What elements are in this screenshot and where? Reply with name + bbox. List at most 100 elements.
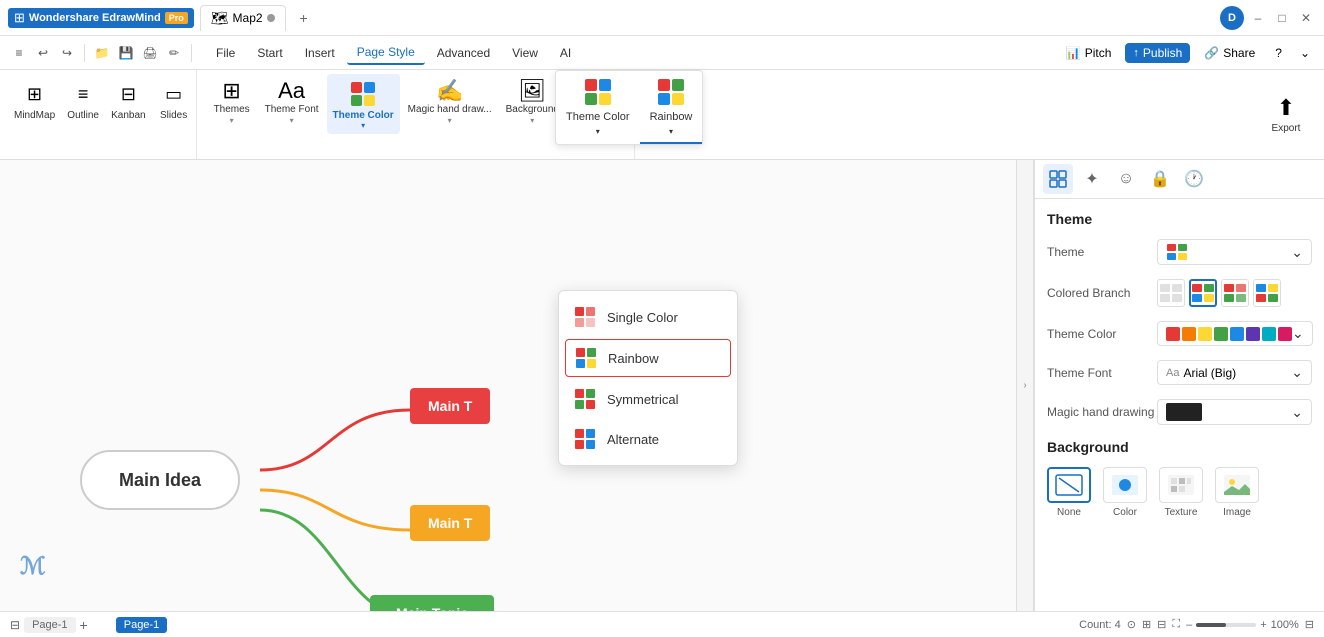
menu-ai[interactable]: AI xyxy=(550,42,581,64)
tab-security[interactable]: 🔒 xyxy=(1145,164,1175,194)
document-tab[interactable]: 🗺 Map2 xyxy=(200,5,286,31)
menu-advanced[interactable]: Advanced xyxy=(427,42,500,64)
full-icon[interactable]: ⛶ xyxy=(1172,618,1180,631)
zoom-in-button[interactable]: + xyxy=(1260,619,1266,631)
pitch-label: Pitch xyxy=(1085,46,1112,60)
branch-opt-1[interactable] xyxy=(1157,279,1185,307)
page-tab-1[interactable]: Page-1 xyxy=(24,617,75,633)
grid-icon[interactable]: ⊞ xyxy=(1142,618,1151,631)
bg-none-option[interactable]: None xyxy=(1047,467,1091,518)
export-button[interactable]: ⬆ Export xyxy=(1264,91,1308,138)
theme-font-dropdown-ctrl[interactable]: Aa Arial (Big) ⌄ xyxy=(1157,360,1312,385)
format-button[interactable]: ✏ xyxy=(163,42,185,64)
slides-button[interactable]: ▭ Slides xyxy=(152,76,196,126)
theme-font-dropdown[interactable]: Aa Theme Font ▾ xyxy=(259,74,325,129)
background-icon: 🖼 xyxy=(518,78,546,104)
menu-page-style[interactable]: Page Style xyxy=(347,41,425,65)
topic-node-3[interactable]: Main Topic xyxy=(370,595,494,611)
menu-view[interactable]: View xyxy=(502,42,548,64)
undo-button[interactable]: ↩ xyxy=(32,42,54,64)
connections-svg xyxy=(0,160,1016,611)
redo-button[interactable]: ↪ xyxy=(56,42,78,64)
print-button[interactable]: 🖨 xyxy=(139,42,161,64)
new-tab-button[interactable]: + xyxy=(292,6,316,30)
main-idea-label: Main Idea xyxy=(119,470,201,491)
avatar[interactable]: D xyxy=(1220,6,1244,30)
magic-drawing-label: Magic hand drawing xyxy=(1047,405,1157,419)
alternate-option[interactable]: Alternate xyxy=(559,419,737,459)
save-button[interactable]: 💾 xyxy=(115,42,137,64)
maximize-button[interactable]: □ xyxy=(1272,8,1292,28)
bg-image-label: Image xyxy=(1223,507,1251,518)
bg-texture-option[interactable]: Texture xyxy=(1159,467,1203,518)
swatch-red xyxy=(1166,327,1180,341)
menu-toggle[interactable]: ≡ xyxy=(8,42,30,64)
close-button[interactable]: ✕ xyxy=(1296,8,1316,28)
expand-view-icon[interactable]: ⊟ xyxy=(1305,618,1314,631)
kanban-button[interactable]: ⊟ Kanban xyxy=(105,76,151,126)
quick-tools: ≡ ↩ ↪ 📁 💾 🖨 ✏ xyxy=(8,42,196,64)
menu-insert[interactable]: Insert xyxy=(295,42,345,64)
swatch-orange xyxy=(1182,327,1196,341)
open-button[interactable]: 📁 xyxy=(91,42,113,64)
theme-row-label: Theme xyxy=(1047,245,1157,259)
bg-color-option[interactable]: Color xyxy=(1103,467,1147,518)
tc-theme-color-item[interactable]: Theme Color ▾ xyxy=(556,71,640,144)
tab-clock[interactable]: 🕐 xyxy=(1179,164,1209,194)
share-icon: 🔗 xyxy=(1204,46,1219,60)
theme-dropdown-arrow: ⌄ xyxy=(1291,244,1303,261)
minimize-button[interactable]: – xyxy=(1248,8,1268,28)
publish-button[interactable]: ↑ Publish xyxy=(1125,43,1190,63)
zoom-slider[interactable] xyxy=(1196,623,1256,627)
tab-emoji[interactable]: ☺ xyxy=(1111,164,1141,194)
zoom-out-button[interactable]: – xyxy=(1186,619,1192,631)
ribbon-view-group: ⊞ MindMap ≡ Outline ⊟ Kanban ▭ Slides xyxy=(8,70,197,159)
tab-ai[interactable]: ✦ xyxy=(1077,164,1107,194)
magic-hand-dropdown[interactable]: ✍ Magic hand draw... ▾ xyxy=(402,74,498,129)
mindmap-button[interactable]: ⊞ MindMap xyxy=(8,76,61,126)
theme-dropdown[interactable]: ⌄ xyxy=(1157,239,1312,265)
branch-opt-2[interactable] xyxy=(1189,279,1217,307)
theme-color-dropdown-btn[interactable]: Theme Color ▾ xyxy=(327,74,400,134)
bg-none-label: None xyxy=(1057,507,1081,518)
mindmap-label: MindMap xyxy=(14,110,55,122)
bg-image-option[interactable]: Image xyxy=(1215,467,1259,518)
main-idea-node[interactable]: Main Idea xyxy=(80,450,240,510)
symmetrical-option[interactable]: Symmetrical xyxy=(559,379,737,419)
topic-node-1[interactable]: Main T xyxy=(410,388,490,424)
theme-font-icon: Aa xyxy=(278,78,305,104)
branch-opt-4[interactable] xyxy=(1253,279,1281,307)
share-button[interactable]: 🔗 Share xyxy=(1196,43,1263,63)
swatch-green xyxy=(1214,327,1228,341)
collapse-arrow: › xyxy=(1023,380,1026,391)
branch-opt-3[interactable] xyxy=(1221,279,1249,307)
swatch-cyan xyxy=(1262,327,1276,341)
menu-file[interactable]: File xyxy=(206,42,245,64)
layout-icon[interactable]: ⊟ xyxy=(1157,618,1166,631)
swatch-pink xyxy=(1278,327,1292,341)
tc-rainbow-item[interactable]: Rainbow ▾ xyxy=(640,71,703,144)
canvas[interactable]: Main Idea Main T Main T Main Topic ℳ xyxy=(0,160,1016,611)
single-color-option[interactable]: Single Color xyxy=(559,297,737,337)
add-page-button[interactable]: + xyxy=(80,617,88,633)
outline-button[interactable]: ≡ Outline xyxy=(61,76,105,126)
magic-drawing-dropdown[interactable]: ⌄ xyxy=(1157,399,1312,425)
topic-node-2[interactable]: Main T xyxy=(410,505,490,541)
fit-icon[interactable]: ⊙ xyxy=(1127,618,1136,631)
rainbow-option[interactable]: Rainbow xyxy=(565,339,731,377)
menu-bar: ≡ ↩ ↪ 📁 💾 🖨 ✏ File Start Insert Page Sty… xyxy=(0,36,1324,70)
canvas-inner: Main Idea Main T Main T Main Topic ℳ xyxy=(0,160,1016,611)
themes-dropdown[interactable]: ⊞ Themes ▾ xyxy=(207,74,257,129)
menu-start[interactable]: Start xyxy=(247,42,292,64)
pitch-button[interactable]: 📊 Pitch xyxy=(1058,43,1120,63)
status-right: Count: 4 ⊙ ⊞ ⊟ ⛶ – + 100% ⊟ xyxy=(1079,618,1314,631)
tc-theme-color-icon xyxy=(583,77,613,107)
active-page-tab[interactable]: Page-1 xyxy=(116,617,167,633)
help-button[interactable]: ? xyxy=(1269,43,1288,63)
tab-theme[interactable] xyxy=(1043,164,1073,194)
theme-color-dropdown-ctrl[interactable]: ⌄ xyxy=(1157,321,1313,346)
single-color-icon xyxy=(573,305,597,329)
theme-color-label: Theme Color xyxy=(333,110,394,121)
sidebar-collapse-toggle[interactable]: › xyxy=(1016,160,1034,611)
expand-button[interactable]: ⌄ xyxy=(1294,43,1316,63)
